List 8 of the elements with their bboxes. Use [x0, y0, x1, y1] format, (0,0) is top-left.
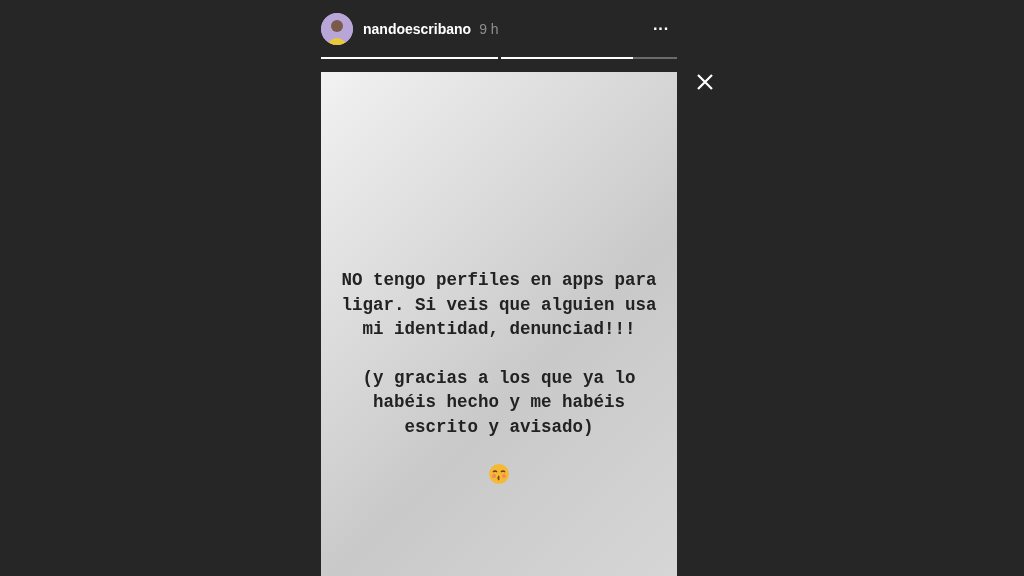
kiss-face-icon [488, 463, 510, 485]
more-button[interactable]: ··· [653, 20, 669, 38]
close-icon[interactable] [695, 72, 715, 92]
post-time: 9 h [479, 21, 499, 37]
story-text: (y gracias a los que ya lo habéis hecho y me habéis escrito y avisado) [361, 366, 637, 439]
username[interactable]: nandoescribano [363, 21, 472, 37]
avatar-icon[interactable] [321, 13, 353, 45]
story-text: NO tengo perfiles en apps para ligar. Si veis que alguien usa mi identidad, denunciad!!! [340, 269, 658, 341]
